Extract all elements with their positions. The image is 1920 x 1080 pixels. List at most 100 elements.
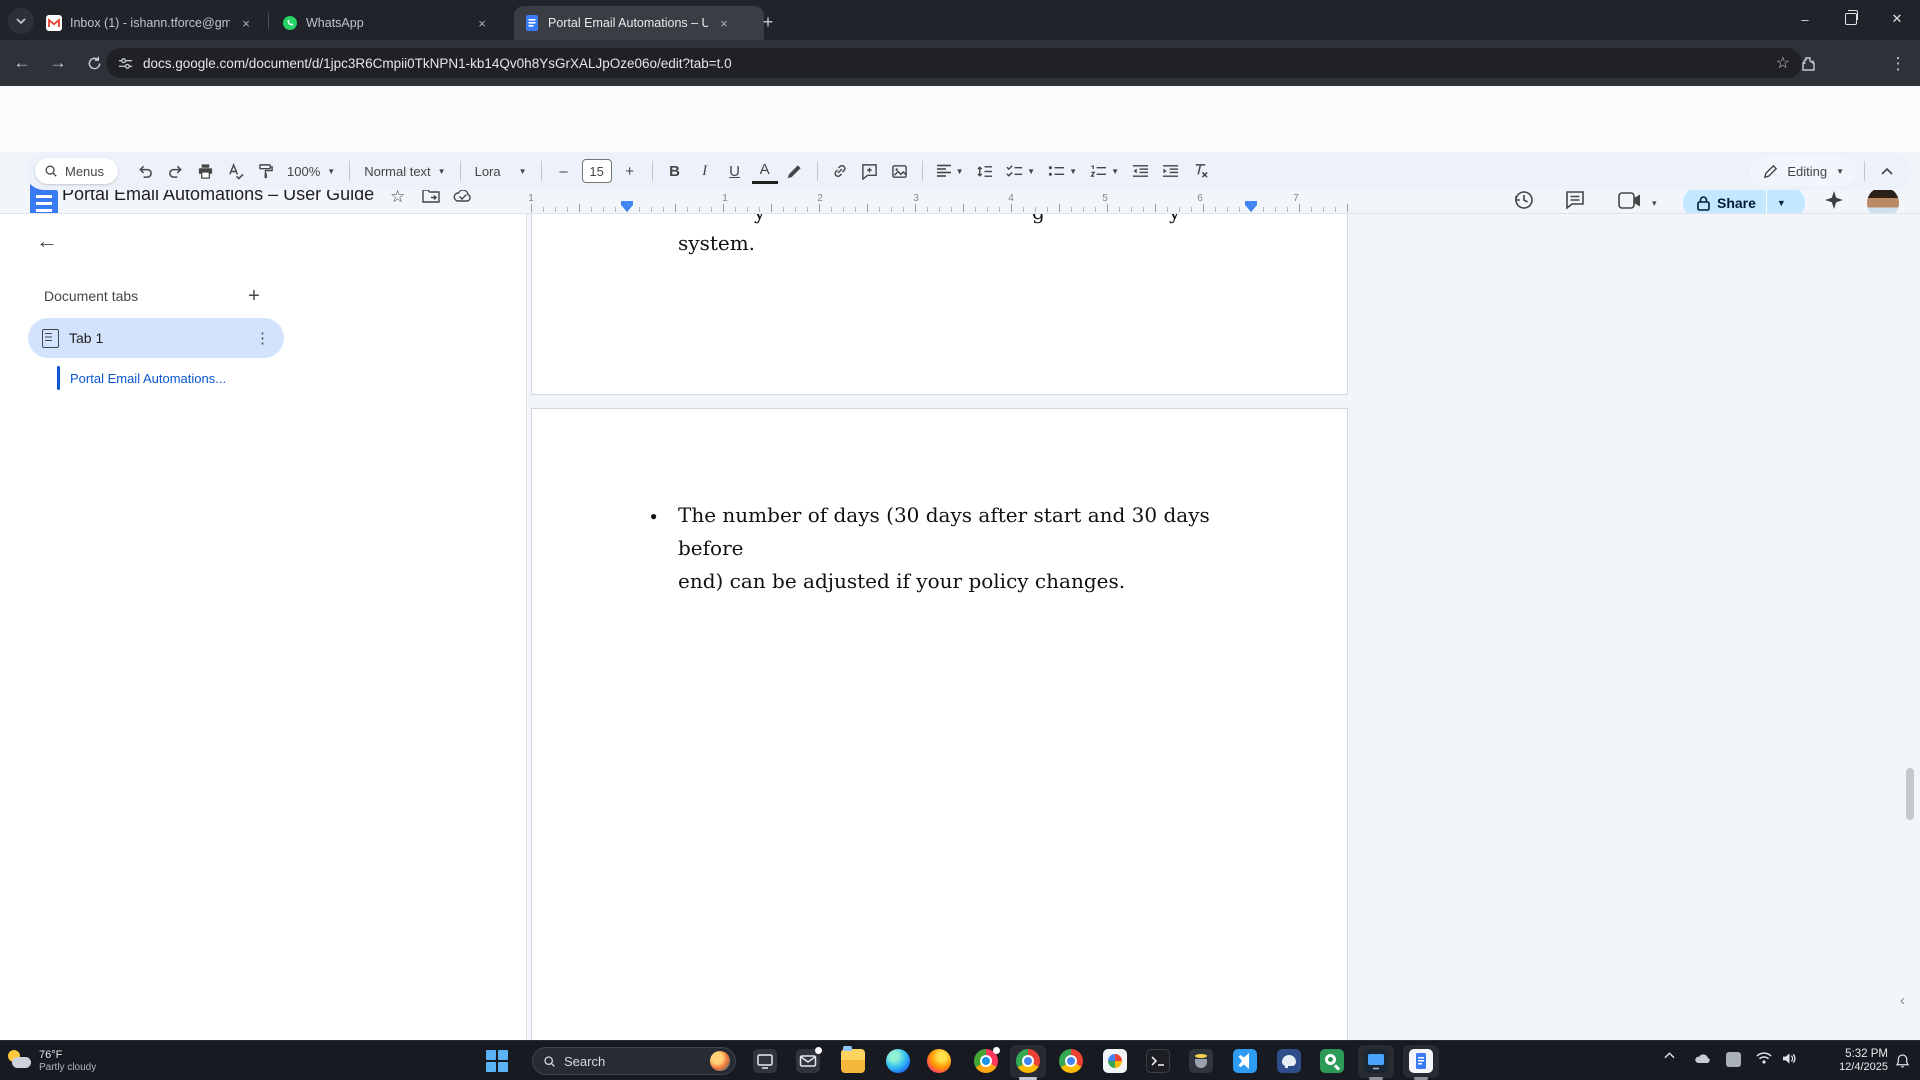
toolbar-search-menus-button[interactable]: Menus [35,158,118,184]
tab-options-kebab-icon[interactable]: ⋮ [255,329,270,347]
window-restore-button[interactable] [1828,0,1874,38]
vertical-scrollbar-thumb[interactable] [1906,768,1914,820]
document-status-cloud-icon[interactable] [453,188,473,203]
start-button[interactable] [486,1050,508,1072]
taskbar-terminal-icon[interactable] [1145,1048,1171,1074]
increase-font-size-button[interactable]: + [617,157,643,185]
site-info-icon[interactable] [118,56,133,71]
sidebar-item-tab1[interactable]: Tab 1 ⋮ [28,318,284,358]
clock[interactable]: 5:32 PM 12/4/2025 [1806,1047,1888,1074]
taskbar-photos-icon[interactable] [1102,1048,1128,1074]
decrease-font-size-button[interactable]: – [551,157,577,185]
paragraph-text[interactable]: system. [678,231,755,255]
ruler-number: 5 [1099,193,1111,204]
taskbar-file-explorer-icon[interactable] [840,1048,866,1074]
share-dropdown-caret[interactable]: ▼ [1767,198,1796,208]
version-history-icon[interactable] [1513,189,1535,211]
move-to-folder-icon[interactable] [422,188,440,203]
document-page-2[interactable]: ● The number of days (30 days after star… [531,408,1348,1040]
tab-close-icon[interactable]: × [238,15,254,31]
bold-button[interactable]: B [662,157,688,185]
forward-button[interactable]: → [44,49,72,77]
insert-image-button[interactable] [887,157,913,185]
taskbar-mail-icon[interactable] [795,1048,821,1074]
bulleted-list-button[interactable]: ▼ [1044,157,1082,185]
taskbar-pgadmin-icon[interactable] [1276,1048,1302,1074]
add-comment-button[interactable] [857,157,883,185]
taskbar-database-tool-icon[interactable] [1188,1048,1214,1074]
tab-search-button[interactable] [8,8,34,34]
tab-close-icon[interactable]: × [474,15,490,31]
tray-wifi-icon[interactable] [1756,1052,1772,1064]
close-panel-back-button[interactable]: ← [36,228,58,254]
weather-widget[interactable]: 76°F Partly cloudy [8,1044,96,1078]
browser-tab-docs-active[interactable]: Portal Email Automations – Use × [514,6,764,40]
extensions-button[interactable] [1794,50,1822,78]
taskbar-edge-icon[interactable] [885,1048,911,1074]
hide-menus-button[interactable] [1874,157,1900,185]
highlight-color-button[interactable] [782,157,808,185]
numbered-list-button[interactable]: ▼ [1086,157,1124,185]
increase-indent-button[interactable] [1158,157,1184,185]
text-color-button[interactable]: A [752,159,778,184]
clear-formatting-button[interactable] [1188,157,1214,185]
add-tab-button[interactable]: + [240,282,268,310]
line-spacing-button[interactable] [972,157,998,185]
browser-tab-gmail[interactable]: Inbox (1) - ishann.tforce@gmai × [36,6,282,40]
address-bar[interactable]: docs.google.com/document/d/1jpc3R6Cmpii0… [106,48,1802,78]
taskbar-search[interactable]: Search [532,1047,736,1075]
window-minimize-button[interactable]: – [1782,0,1828,38]
gemini-sparkle-icon[interactable] [1824,190,1844,210]
taskbar-qgis-icon[interactable] [1319,1048,1345,1074]
tray-overflow-chevron[interactable] [1664,1052,1675,1059]
new-tab-button[interactable]: + [755,9,781,35]
window-close-button[interactable]: ✕ [1874,0,1920,38]
align-button[interactable]: ▼ [932,157,968,185]
spell-check-button[interactable] [222,157,248,185]
print-button[interactable] [192,157,218,185]
insert-link-button[interactable] [827,157,853,185]
underline-button[interactable]: U [722,157,748,185]
redo-button[interactable] [162,157,188,185]
taskbar-vscode-icon[interactable] [1232,1048,1258,1074]
document-page-1[interactable]: y g y system. [531,214,1348,395]
checklist-button[interactable]: ▼ [1002,157,1040,185]
screen: Inbox (1) - ishann.tforce@gmai × WhatsAp… [0,0,1920,1080]
editing-mode-select[interactable]: Editing ▼ [1750,156,1857,186]
paragraph-style-select[interactable]: Normal text▼ [357,164,452,179]
comments-icon[interactable] [1564,189,1586,211]
document-canvas[interactable]: y g y system. ● The number of days (30 d… [528,214,1920,1040]
taskbar-chrome-profile2-icon[interactable] [1058,1048,1084,1074]
bookmark-star-icon[interactable]: ☆ [1776,53,1790,73]
italic-button[interactable]: I [692,157,718,185]
browser-tab-whatsapp[interactable]: WhatsApp × [272,6,518,40]
outline-item-heading[interactable]: Portal Email Automations... [70,371,226,386]
tray-volume-icon[interactable] [1782,1052,1797,1065]
reload-button[interactable] [80,49,108,77]
tray-onedrive-cloud-icon[interactable] [1694,1052,1712,1065]
zoom-select[interactable]: 100%▼ [280,164,342,179]
back-button[interactable]: ← [8,49,36,77]
taskbar-chrome-icon[interactable] [1015,1048,1041,1074]
ruler-number: 1 [525,193,537,204]
scroll-left-chevron-icon[interactable]: ‹ [1900,992,1905,1009]
undo-button[interactable] [132,157,158,185]
taskbar-task-view-icon[interactable] [752,1048,778,1074]
tab-close-icon[interactable]: × [716,15,732,31]
font-size-input[interactable]: 15 [582,159,612,183]
taskbar-firefox-icon[interactable] [926,1048,952,1074]
outline-active-indicator [57,366,60,390]
taskbar-docs-app-icon[interactable] [1408,1048,1434,1074]
decrease-indent-button[interactable] [1128,157,1154,185]
meet-dropdown-caret[interactable]: ▾ [1652,198,1657,209]
notification-bell-icon[interactable] [1896,1054,1909,1068]
bullet-list-item[interactable]: The number of days (30 days after start … [678,499,1258,598]
star-document-icon[interactable]: ☆ [390,187,405,207]
font-select[interactable]: Lora▼ [468,164,534,179]
paint-format-button[interactable] [252,157,278,185]
taskbar-display-app-icon[interactable] [1363,1048,1389,1074]
browser-menu-button[interactable]: ⋮ [1884,50,1912,78]
meet-video-icon[interactable] [1618,192,1642,209]
tray-app-icon[interactable] [1726,1052,1741,1067]
taskbar-chrome-beta-icon[interactable] [973,1048,999,1074]
